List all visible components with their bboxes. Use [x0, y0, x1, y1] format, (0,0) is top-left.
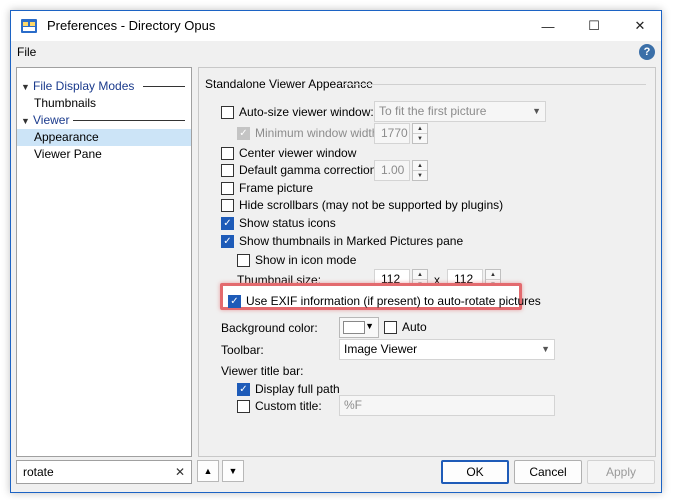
gamma-input[interactable]: 1.00 [374, 160, 410, 181]
center-window-label: Center viewer window [239, 146, 357, 160]
previous-match-button[interactable]: ▲ [197, 460, 219, 482]
tree-separator [143, 86, 185, 87]
group-divider [344, 84, 646, 85]
search-value: rotate [23, 465, 54, 479]
toolbar-value: Image Viewer [344, 342, 418, 356]
checkbox-box [221, 181, 234, 195]
background-auto-label: Auto [402, 320, 427, 334]
spin-down-icon[interactable]: ▼ [413, 134, 427, 143]
min-width-input[interactable]: 1770 [374, 123, 410, 144]
window-title: Preferences - Directory Opus [47, 18, 216, 33]
toolbar-label: Toolbar: [221, 343, 264, 357]
tree-item-thumbnails[interactable]: Thumbnails [34, 95, 96, 112]
help-icon[interactable]: ? [639, 44, 655, 60]
min-width-checkbox[interactable]: Minimum window width: [237, 126, 382, 140]
frame-picture-label: Frame picture [239, 181, 314, 195]
background-auto-checkbox[interactable]: Auto [384, 320, 427, 334]
next-match-button[interactable]: ▼ [222, 460, 244, 482]
tree-item-appearance[interactable]: Appearance [17, 129, 191, 146]
title-bar: Preferences - Directory Opus — ☐ ✕ [11, 11, 661, 41]
checkbox-box [237, 399, 250, 413]
directory-opus-app-icon [21, 19, 37, 33]
settings-panel: Standalone Viewer Appearance Auto-size v… [198, 67, 656, 457]
background-color-label: Background color: [221, 321, 318, 335]
color-swatch [343, 321, 365, 334]
checkbox-box [384, 320, 397, 334]
tree-category-viewer[interactable]: ▼ Viewer [17, 112, 191, 129]
search-input[interactable]: rotate ✕ [16, 460, 192, 484]
gamma-label: Default gamma correction: [239, 163, 380, 177]
tree-category-file-display-modes[interactable]: ▼ File Display Modes [17, 78, 191, 95]
gamma-spinner[interactable]: ▲ ▼ [412, 160, 428, 181]
hide-scrollbars-checkbox[interactable]: Hide scrollbars (may not be supported by… [221, 198, 503, 212]
center-window-checkbox[interactable]: Center viewer window [221, 146, 356, 160]
custom-title-checkbox[interactable]: Custom title: [237, 399, 322, 413]
menu-file[interactable]: File [17, 45, 36, 59]
auto-size-label: Auto-size viewer window: [239, 105, 374, 119]
checkbox-box [237, 126, 250, 140]
spin-down-icon[interactable]: ▼ [413, 171, 427, 180]
spin-up-icon[interactable]: ▲ [486, 270, 500, 280]
show-thumbnails-checkbox[interactable]: Show thumbnails in Marked Pictures pane [221, 234, 463, 248]
chevron-down-icon: ▼ [532, 106, 541, 116]
min-width-spinner[interactable]: ▲ ▼ [412, 123, 428, 144]
spin-up-icon[interactable]: ▲ [413, 161, 427, 171]
menu-bar: File ? [11, 41, 661, 63]
collapse-arrow-icon: ▼ [21, 116, 30, 126]
icon-mode-checkbox[interactable]: Show in icon mode [237, 253, 356, 267]
min-width-label: Minimum window width: [255, 126, 382, 140]
checkbox-box [221, 146, 234, 160]
toolbar-dropdown[interactable]: Image Viewer ▼ [339, 339, 555, 360]
checkbox-box [221, 234, 234, 248]
dropdown-arrow-icon: ▼ [365, 321, 374, 331]
gamma-checkbox[interactable]: Default gamma correction: [221, 163, 380, 177]
checkbox-box [237, 253, 250, 267]
display-full-path-checkbox[interactable]: Display full path [237, 382, 340, 396]
minimize-button[interactable]: — [525, 11, 571, 41]
background-color-button[interactable]: ▼ [339, 317, 379, 338]
checkbox-box [221, 216, 234, 230]
exif-rotate-label: Use EXIF information (if present) to aut… [246, 294, 541, 308]
cancel-button[interactable]: Cancel [514, 460, 582, 484]
maximize-button[interactable]: ☐ [571, 11, 617, 41]
close-button[interactable]: ✕ [617, 11, 663, 41]
exif-rotate-checkbox[interactable]: Use EXIF information (if present) to aut… [228, 294, 541, 308]
icon-mode-label: Show in icon mode [255, 253, 357, 267]
custom-title-input[interactable]: %F [339, 395, 555, 416]
status-icons-label: Show status icons [239, 216, 336, 230]
custom-title-label: Custom title: [255, 399, 322, 413]
tree-item-viewer-pane[interactable]: Viewer Pane [34, 146, 102, 163]
chevron-down-icon: ▼ [541, 344, 550, 354]
checkbox-box [228, 294, 241, 308]
checkbox-box [237, 382, 250, 396]
auto-size-dropdown[interactable]: To fit the first picture ▼ [374, 101, 546, 122]
collapse-arrow-icon: ▼ [21, 82, 30, 92]
spin-up-icon[interactable]: ▲ [413, 124, 427, 134]
hide-scrollbars-label: Hide scrollbars (may not be supported by… [239, 198, 504, 212]
clear-search-icon[interactable]: ✕ [175, 461, 185, 483]
show-thumbnails-label: Show thumbnails in Marked Pictures pane [239, 234, 464, 248]
checkbox-box [221, 198, 234, 212]
frame-picture-checkbox[interactable]: Frame picture [221, 181, 313, 195]
checkbox-box [221, 105, 234, 119]
tree-separator [73, 120, 185, 121]
tree-category-label: File Display Modes [33, 79, 135, 93]
auto-size-value: To fit the first picture [379, 104, 487, 118]
status-icons-checkbox[interactable]: Show status icons [221, 216, 336, 230]
preferences-window: Preferences - Directory Opus — ☐ ✕ File … [10, 10, 662, 493]
bottom-bar: rotate ✕ ▲ ▼ OK Cancel Apply [11, 460, 661, 494]
checkbox-box [221, 163, 234, 177]
ok-button[interactable]: OK [441, 460, 509, 484]
auto-size-checkbox[interactable]: Auto-size viewer window: [221, 105, 374, 119]
category-tree: ▼ File Display Modes Thumbnails ▼ Viewer A… [16, 67, 192, 457]
apply-button[interactable]: Apply [587, 460, 655, 484]
display-full-path-label: Display full path [255, 382, 340, 396]
spin-up-icon[interactable]: ▲ [413, 270, 427, 280]
tree-category-label: Viewer [33, 113, 70, 127]
viewer-title-bar-label: Viewer title bar: [221, 364, 304, 378]
